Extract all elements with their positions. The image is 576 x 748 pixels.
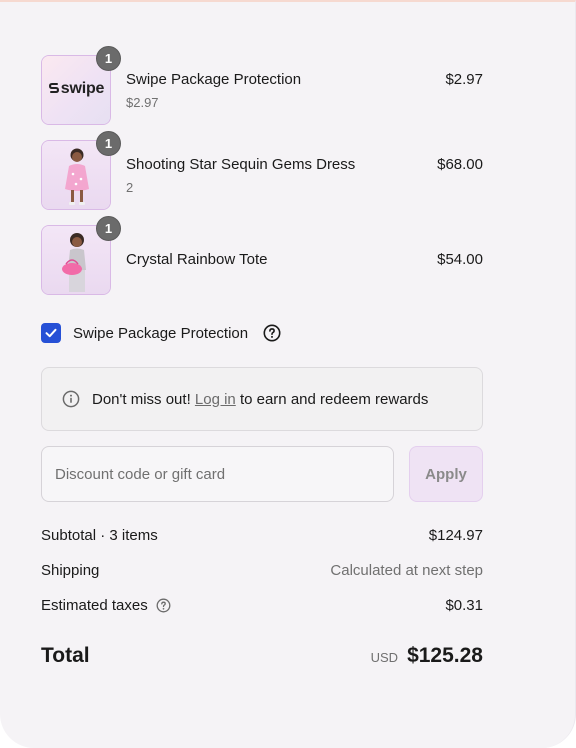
notice-text: Don't miss out! Log in to earn and redee… [92, 390, 429, 408]
line-item: 1 Shooting Star Sequin Gems Dress 2 $68.… [41, 131, 483, 210]
swipe-logo: swipe [42, 80, 110, 98]
quantity-badge: 1 [96, 131, 121, 156]
rewards-notice: Don't miss out! Log in to earn and redee… [41, 367, 483, 431]
quantity-badge: 1 [96, 46, 121, 71]
taxes-label-wrap: Estimated taxes [41, 597, 171, 614]
info-circle-icon [62, 390, 80, 408]
protection-label[interactable]: Swipe Package Protection [73, 325, 248, 342]
shipping-value: Calculated at next step [330, 562, 483, 579]
taxes-value: $0.31 [445, 597, 483, 614]
total-amount: USD $125.28 [371, 644, 483, 668]
item-variant: 2 [126, 180, 134, 195]
subtotal-value: $124.97 [428, 527, 483, 544]
product-thumbnail: swipe 1 [41, 46, 121, 125]
subtotal-label: Subtotal · 3 items [41, 527, 158, 544]
taxes-label: Estimated taxes [41, 597, 148, 614]
item-price: $68.00 [437, 156, 483, 173]
total-value: $125.28 [407, 644, 483, 667]
apply-discount-button[interactable]: Apply [409, 446, 483, 502]
shipping-row: Shipping Calculated at next step [41, 562, 483, 582]
item-variant: $2.97 [126, 95, 159, 110]
item-name: Crystal Rainbow Tote [126, 251, 268, 268]
protection-row: Swipe Package Protection [41, 322, 281, 344]
item-price: $2.97 [445, 71, 483, 88]
total-row: Total USD $125.28 [41, 644, 483, 672]
line-item: 1 Crystal Rainbow Tote $54.00 [41, 216, 483, 295]
quantity-badge: 1 [96, 216, 121, 241]
protection-checkbox[interactable] [41, 323, 61, 343]
subtotal-row: Subtotal · 3 items $124.97 [41, 527, 483, 547]
login-link[interactable]: Log in [195, 391, 236, 408]
currency-code: USD [370, 650, 399, 665]
line-item: swipe 1 Swipe Package Protection $2.97 $… [41, 46, 483, 125]
product-thumbnail: 1 [41, 131, 121, 210]
shipping-label: Shipping [41, 562, 100, 579]
item-price: $54.00 [437, 251, 483, 268]
checkmark-icon [45, 328, 57, 338]
question-circle-icon[interactable] [263, 324, 281, 342]
question-circle-icon[interactable] [156, 598, 171, 613]
discount-code-input[interactable] [41, 446, 394, 502]
item-name: Shooting Star Sequin Gems Dress [126, 156, 356, 173]
taxes-row: Estimated taxes $0.31 [41, 597, 483, 617]
order-summary-panel: swipe 1 Swipe Package Protection $2.97 $… [0, 0, 576, 748]
product-thumbnail: 1 [41, 216, 121, 295]
item-name: Swipe Package Protection [126, 71, 302, 88]
total-label: Total [41, 644, 90, 667]
